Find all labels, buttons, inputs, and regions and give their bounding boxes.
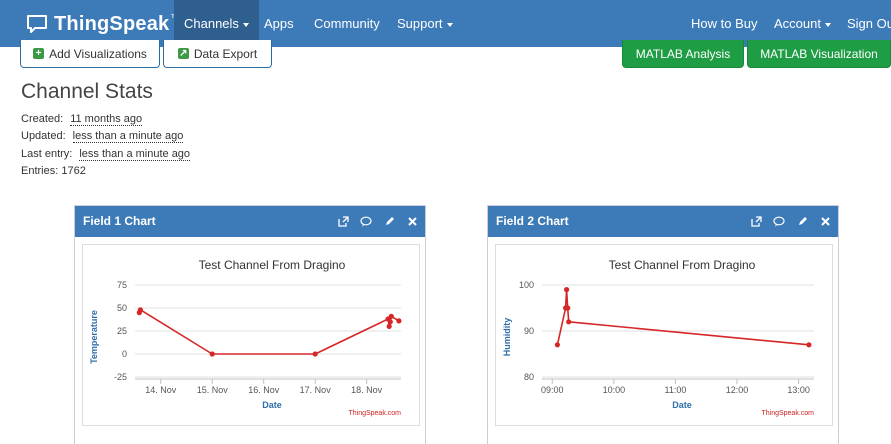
nav-community-label: Community (314, 16, 380, 31)
add-visualizations-button[interactable]: + Add Visualizations (20, 40, 160, 68)
x-tick-label: 10:00 (603, 385, 626, 395)
stat-created-label: Created: (21, 113, 64, 125)
close-icon[interactable] (405, 215, 419, 229)
matlab-visualization-button[interactable]: MATLAB Visualization (747, 40, 891, 68)
data-point (388, 313, 394, 319)
series-line (556, 288, 809, 346)
x-tick-label: 12:00 (726, 385, 749, 395)
panel-title: Field 2 Chart (496, 214, 569, 228)
field-1-chart: Test Channel From Dragino 75 50 25 0 -25 14. N… (82, 244, 420, 426)
field-1-chart-panel: Field 1 Chart Test Channel From Dragino 7… (74, 205, 426, 444)
data-point (312, 351, 318, 357)
field-1-chart-svg: Test Channel From Dragino 75 50 25 0 -25 14. N… (89, 258, 402, 417)
chart-credit: ThingSpeak.com (761, 410, 814, 417)
y-tick-label: 80 (524, 372, 534, 382)
x-axis-title: Date (262, 400, 282, 410)
field-2-chart-panel: Field 2 Chart Test Channel From Dragino 1… (487, 205, 839, 444)
stat-entries-value: 1762 (61, 165, 86, 177)
data-point (209, 351, 215, 357)
data-point (566, 319, 572, 325)
panel-toolbar (749, 206, 832, 237)
plus-icon: + (33, 48, 45, 59)
data-export-button[interactable]: ↗ Data Export (163, 40, 272, 68)
chevron-down-icon (824, 22, 831, 27)
stat-created-value: 11 months ago (70, 113, 143, 126)
data-point (396, 318, 402, 324)
nav-how-to-buy-label: How to Buy (691, 16, 758, 31)
x-tick-label: 13:00 (787, 385, 810, 395)
x-tick-label: 14. Nov (145, 385, 177, 395)
channel-stats-heading: Channel Stats (21, 80, 153, 103)
y-tick-label: 0 (122, 349, 127, 359)
stat-updated: Updated: less than a minute ago (21, 130, 184, 143)
matlab-analysis-label: MATLAB Analysis (635, 46, 731, 61)
stat-updated-label: Updated: (21, 130, 66, 142)
data-point (564, 287, 570, 293)
y-tick-label: 25 (117, 326, 127, 336)
y-axis-title: Temperature (89, 310, 99, 364)
y-tick-label: 90 (524, 326, 534, 336)
field-2-chart: Test Channel From Dragino 100 90 80 09:00 10:… (495, 244, 833, 426)
x-axis-title: Date (672, 400, 692, 410)
brand-name: ThingSpeak (54, 12, 170, 35)
data-point (565, 305, 571, 311)
nav-community[interactable]: Community (304, 0, 390, 47)
chevron-down-icon (242, 22, 249, 27)
chat-bubble-icon (27, 15, 47, 33)
stat-last-entry-value: less than a minute ago (79, 148, 191, 161)
nav-account-label: Account (774, 16, 821, 31)
matlab-visualization-label: MATLAB Visualization (760, 46, 878, 61)
y-axis-title: Humidity (502, 318, 512, 357)
external-link-icon[interactable] (336, 215, 350, 229)
chart-title: Test Channel From Dragino (199, 258, 346, 272)
comment-icon[interactable] (359, 215, 373, 229)
stat-last-entry-label: Last entry: (21, 148, 73, 160)
comment-icon[interactable] (772, 215, 786, 229)
pencil-icon[interactable] (795, 215, 809, 229)
stat-created: Created: 11 months ago (21, 113, 143, 126)
stat-entries-label: Entries: (21, 165, 59, 177)
panel-header: Field 1 Chart (75, 206, 425, 237)
x-tick-label: 09:00 (541, 385, 564, 395)
stat-last-entry: Last entry: less than a minute ago (21, 148, 191, 161)
nav-sign-out-label: Sign Out (847, 16, 891, 31)
export-icon: ↗ (177, 48, 189, 59)
data-point (387, 319, 393, 325)
series-line (138, 309, 400, 355)
stat-entries: Entries: 1762 (21, 165, 86, 177)
data-point (386, 323, 392, 329)
chart-credit: ThingSpeak.com (348, 410, 401, 417)
data-export-label: Data Export (193, 46, 258, 61)
y-tick-label: 75 (117, 280, 127, 290)
data-point (554, 342, 560, 348)
nav-support[interactable]: Support (387, 0, 463, 47)
y-tick-label: 100 (519, 280, 534, 290)
x-tick-label: 11:00 (665, 385, 687, 395)
data-point (137, 307, 143, 313)
add-visualizations-label: Add Visualizations (49, 46, 147, 61)
pencil-icon[interactable] (382, 215, 396, 229)
external-link-icon[interactable] (749, 215, 763, 229)
y-tick-label: 50 (117, 303, 127, 313)
panel-header: Field 2 Chart (488, 206, 838, 237)
y-tick-label: -25 (114, 372, 127, 382)
panel-toolbar (336, 206, 419, 237)
matlab-analysis-button[interactable]: MATLAB Analysis (622, 40, 744, 68)
x-tick-label: 17. Nov (300, 385, 332, 395)
x-tick-label: 15. Nov (197, 385, 229, 395)
nav-channels-label: Channels (184, 16, 239, 31)
nav-apps-label: Apps (264, 16, 294, 31)
close-icon[interactable] (818, 215, 832, 229)
data-point (806, 342, 812, 348)
field-2-chart-svg: Test Channel From Dragino 100 90 80 09:00 10:… (502, 258, 814, 417)
chevron-down-icon (446, 22, 453, 27)
nav-support-label: Support (397, 16, 443, 31)
stat-updated-value: less than a minute ago (72, 130, 184, 143)
panel-title: Field 1 Chart (83, 214, 156, 228)
brand-logo[interactable]: ThingSpeak™ (26, 11, 180, 37)
x-tick-label: 18. Nov (351, 385, 383, 395)
chart-title: Test Channel From Dragino (609, 258, 756, 272)
x-tick-label: 16. Nov (248, 385, 280, 395)
